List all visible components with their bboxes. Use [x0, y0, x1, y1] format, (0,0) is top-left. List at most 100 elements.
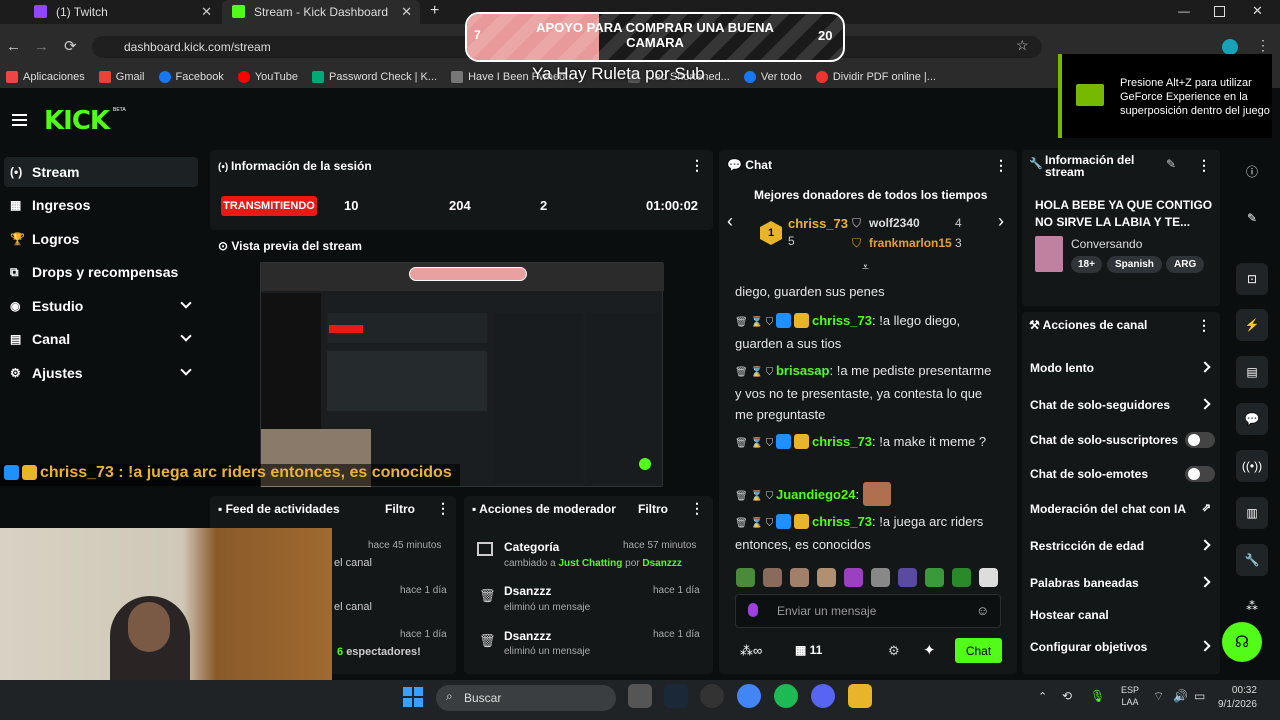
tab-kick-dashboard[interactable]: Stream - Kick Dashboard ✕ [222, 0, 420, 24]
sidebar-item-stream[interactable]: (•) Stream [4, 157, 198, 187]
bookmark-apps[interactable]: Aplicaciones [6, 71, 85, 83]
edit-icon[interactable]: ✎ [1236, 202, 1268, 234]
puzzle-icon[interactable]: ✦ [923, 641, 936, 659]
mod-row-desc: eliminó un mensaje [504, 602, 591, 613]
kick-logo[interactable]: KICK [44, 106, 110, 136]
kebab-icon[interactable]: ⋮ [1197, 157, 1211, 174]
battery-icon[interactable]: ▭ [1194, 689, 1205, 703]
discord-icon[interactable] [811, 684, 835, 708]
kebab-icon[interactable]: ⋮ [690, 157, 704, 174]
close-window-icon[interactable]: ✕ [1252, 3, 1263, 19]
action-modo-lento[interactable]: Modo lento [1030, 358, 1215, 378]
notes-icon[interactable]: ▤ [1236, 356, 1268, 388]
kebab-icon[interactable]: ⋮ [1197, 317, 1211, 334]
bolt-icon[interactable]: ⚡ [1236, 309, 1268, 341]
crown-icon [793, 434, 809, 449]
chat-message: diego, guarden sus penes [735, 284, 885, 299]
collapse-icon[interactable]: ⩡ [862, 260, 869, 275]
action-solo-seguidores[interactable]: Chat de solo-seguidores [1030, 395, 1215, 415]
toggle-switch[interactable] [1185, 466, 1215, 482]
kebab-icon[interactable]: ⋮ [994, 157, 1008, 174]
forward-icon[interactable]: → [34, 38, 49, 55]
chat-message: 🗑 ⌛ ⛉ chriss_73: !a llego diego, guarden… [735, 313, 961, 351]
capture-icon[interactable]: ⊡ [1236, 263, 1268, 295]
mod-row-desc: cambiado a Just Chatting por Dsanzzz [504, 558, 682, 569]
sidebar-item-estudio[interactable]: ◉ Estudio [4, 291, 198, 321]
subs-stat: 2 [540, 198, 548, 213]
maximize-icon[interactable] [1214, 6, 1225, 17]
tab-twitch[interactable]: (1) Twitch ✕ [24, 0, 220, 24]
app-icon[interactable] [848, 684, 872, 708]
toggle-switch[interactable] [1185, 432, 1215, 448]
kebab-icon[interactable]: ⋮ [436, 500, 450, 517]
browser-menu-icon[interactable]: ⋮ [1256, 37, 1270, 54]
language-indicator[interactable]: ESP LAA [1121, 684, 1139, 708]
tab-label: Stream - Kick Dashboard [254, 5, 389, 19]
gear-icon[interactable]: ⚙ [888, 643, 900, 659]
sidebar-item-logros[interactable]: 🏆 Logros [4, 224, 198, 254]
action-moderacion-ia[interactable]: Moderación del chat con IA ⇗ [1030, 499, 1215, 519]
hamburger-icon[interactable] [12, 114, 27, 126]
close-icon[interactable]: ✕ [201, 4, 212, 20]
minimize-icon[interactable]: — [1178, 4, 1190, 18]
stream-preview[interactable] [260, 262, 664, 488]
action-objetivos[interactable]: Configurar objetivos [1030, 637, 1215, 657]
reload-icon[interactable]: ⟳ [64, 37, 77, 55]
points-icon[interactable]: ⁂∞ [740, 643, 762, 659]
emoji-icon[interactable]: ☺ [976, 603, 989, 618]
mic-tray-icon[interactable]: 🎙 [1090, 689, 1105, 703]
category-thumbnail [1035, 236, 1063, 272]
chrome-icon[interactable] [737, 684, 761, 708]
task-view-icon[interactable] [628, 684, 652, 708]
bookmark-pdf[interactable]: Dividir PDF online |... [815, 71, 936, 83]
bookmark-ver-todo[interactable]: Ver todo [743, 71, 802, 83]
wifi-icon[interactable]: ⌔ [1153, 689, 1164, 704]
info-icon[interactable]: ⓘ [1236, 155, 1268, 187]
bookmark-facebook[interactable]: Facebook [158, 71, 224, 83]
mod-filter-button[interactable]: Filtro [638, 502, 668, 516]
broadcast-icon[interactable]: ((•)) [1236, 450, 1268, 482]
tray-chevron-icon[interactable]: ⌃ [1038, 690, 1047, 703]
new-tab-button[interactable]: + [430, 2, 439, 20]
clock[interactable]: 00:32 9/1/2026 [1218, 684, 1257, 712]
support-icon[interactable]: ☊ [1222, 622, 1262, 662]
emote-bar[interactable] [736, 568, 1002, 588]
sync-icon[interactable]: ⟲ [1062, 689, 1072, 703]
layout-icon[interactable]: ▥ [1236, 497, 1268, 529]
action-solo-emotes[interactable]: Chat de solo-emotes [1030, 464, 1215, 484]
kebab-icon[interactable]: ⋮ [690, 500, 704, 517]
feed-filter-button[interactable]: Filtro [385, 502, 415, 516]
steam-icon[interactable] [664, 684, 688, 708]
star-icon[interactable]: ☆ [1016, 37, 1029, 54]
sidebar-item-ajustes[interactable]: ⚙ Ajustes [4, 358, 198, 388]
action-restriccion-edad[interactable]: Restricción de edad [1030, 536, 1215, 556]
wrench-icon[interactable]: 🔧 [1236, 544, 1268, 576]
sidebar-item-canal[interactable]: ▤ Canal [4, 324, 198, 354]
bookmark-password-check[interactable]: Password Check | K... [312, 71, 437, 83]
windows-start-icon[interactable] [403, 687, 423, 707]
profile-avatar[interactable] [1222, 39, 1238, 55]
action-palabras-baneadas[interactable]: Palabras baneadas [1030, 573, 1215, 593]
action-solo-suscriptores[interactable]: Chat de solo-suscriptores [1030, 430, 1215, 450]
close-icon[interactable]: ✕ [401, 4, 412, 20]
taskbar-search[interactable]: Buscar [436, 685, 616, 711]
apps-icon[interactable]: ⁂ [1236, 590, 1268, 622]
chat-bubble-icon[interactable]: 💬 [1236, 403, 1268, 435]
bookmark-gmail[interactable]: Gmail [98, 71, 145, 83]
badge-icon [775, 434, 791, 449]
bookmark-youtube[interactable]: YouTube [237, 71, 298, 83]
gift-count[interactable]: ▦ 11 [795, 643, 822, 657]
volume-icon[interactable]: 🔊 [1173, 689, 1188, 703]
sidebar-item-drops[interactable]: ⧉ Drops y recompensas [4, 257, 198, 287]
back-icon[interactable]: ← [6, 38, 21, 55]
spotify-icon[interactable] [774, 684, 798, 708]
channel-icon: ▤ [10, 332, 22, 346]
chat-send-button[interactable]: Chat [955, 638, 1002, 663]
chevron-right-icon[interactable]: › [998, 211, 1004, 232]
obs-icon[interactable] [700, 684, 724, 708]
action-hostear[interactable]: Hostear canal [1030, 605, 1215, 625]
edit-icon[interactable]: ✎ [1166, 157, 1176, 171]
chevron-left-icon[interactable]: ‹ [727, 211, 733, 232]
sidebar-item-ingresos[interactable]: ▦ Ingresos [4, 190, 198, 220]
mic-icon[interactable] [748, 603, 758, 617]
